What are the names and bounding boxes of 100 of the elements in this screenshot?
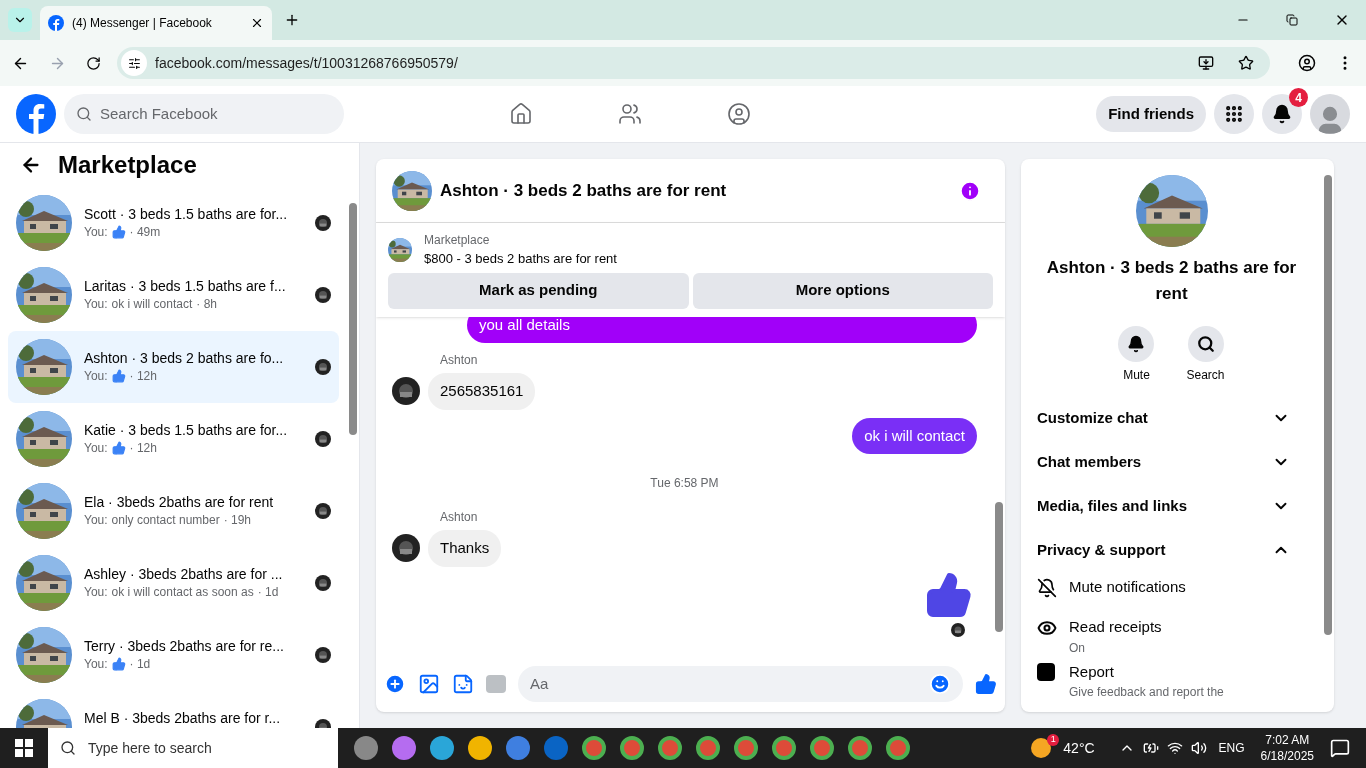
search-field[interactable]: Search Facebook	[64, 94, 344, 134]
taskbar-app-icon[interactable]	[506, 736, 530, 760]
bell-off-icon	[1037, 578, 1057, 598]
conversation-title: Katie · 3 beds 1.5 baths are for...	[84, 421, 289, 439]
message-timestamp: Tue 6:58 PM	[650, 475, 719, 492]
conversation-sender: You:	[84, 224, 108, 241]
clock[interactable]: 7:02 AM 6/18/2025	[1260, 732, 1314, 764]
address-bar[interactable]: facebook.com/messages/t/10031268766950579/	[117, 47, 1270, 79]
taskbar-app-icon[interactable]	[468, 736, 492, 760]
menu-button[interactable]	[1214, 94, 1254, 134]
search-icon	[60, 740, 76, 756]
conversation-time: · 1d	[129, 656, 151, 673]
find-friends-button[interactable]: Find friends	[1096, 96, 1206, 132]
conversation-time: · 19h	[223, 512, 251, 529]
install-icon[interactable]	[1198, 55, 1214, 71]
conversation-item[interactable]: Scott · 3 beds 1.5 baths are for... You: · 49m	[8, 187, 339, 259]
sender-name: Ashton	[440, 352, 479, 369]
tab-title: (4) Messenger | Facebook	[72, 15, 213, 32]
site-settings-icon[interactable]	[127, 56, 141, 70]
facebook-logo-icon	[48, 15, 64, 31]
tab-list-button[interactable]	[8, 8, 32, 32]
taskbar-app-icon[interactable]	[430, 736, 454, 760]
message-input[interactable]: Aa	[530, 672, 929, 696]
message-field[interactable]: Aa	[518, 666, 963, 702]
conversation-time: · 12h	[129, 440, 157, 457]
taskbar-app-icon[interactable]	[582, 736, 606, 760]
weather-icon[interactable]	[1031, 738, 1052, 758]
conversation-item[interactable]: Terry · 3beds 2baths are for re... You: · 1d	[8, 619, 339, 691]
conversation-sender: You:	[84, 440, 108, 457]
report-icon	[1037, 662, 1055, 681]
details-section[interactable]: Privacy & support	[1037, 528, 1306, 572]
close-icon[interactable]	[250, 16, 264, 30]
eye-icon	[1037, 618, 1057, 638]
conversation-title: Laritas · 3 beds 1.5 baths are f...	[84, 277, 287, 295]
conversation-sender: You:	[84, 584, 108, 601]
conversation-item[interactable]: Katie · 3 beds 1.5 baths are for... You: · 12h	[8, 403, 339, 475]
details-section[interactable]: Media, files and links	[1037, 484, 1306, 528]
grid-icon	[1224, 104, 1244, 124]
details-section[interactable]: Chat members	[1037, 440, 1306, 484]
groups-icon[interactable]	[727, 102, 752, 126]
restore-icon[interactable]	[1286, 14, 1298, 26]
taskbar-search-field[interactable]: Type here to search	[48, 728, 338, 768]
bookmark-star-icon[interactable]	[1238, 55, 1254, 71]
taskbar-app-icon[interactable]	[658, 736, 682, 760]
privacy-item[interactable]: Report Give feedback and report the	[1037, 660, 1306, 701]
conversation-item[interactable]: Ashley · 3beds 2baths are for ... You: ok i will contact as soon as · 1d	[8, 547, 339, 619]
incoming-message: Thanks	[428, 530, 502, 567]
notifications-icon[interactable]	[1330, 738, 1350, 758]
conversation-item[interactable]: Ela · 3beds 2baths are for rent You: only contact number · 19h	[8, 475, 339, 547]
taskbar-app-icon[interactable]	[392, 736, 416, 760]
conversation-title: Ashton · 3 beds 2 baths are fo...	[84, 349, 285, 367]
conversation-title: Terry · 3beds 2baths are for re...	[84, 637, 285, 655]
emoji-icon[interactable]	[929, 673, 951, 695]
listing-action-button[interactable]: Mark as pending	[388, 272, 689, 309]
taskbar-app-icon[interactable]	[696, 736, 720, 760]
sidebar-title: Marketplace	[58, 150, 197, 180]
conversation-time: · 12h	[129, 368, 157, 385]
notification-badge: 4	[1289, 88, 1308, 107]
taskbar-app-icon[interactable]	[734, 736, 758, 760]
conversation-title: Scott · 3 beds 1.5 baths are for...	[84, 205, 289, 223]
conversation-time: · 8h	[196, 296, 217, 313]
reload-icon[interactable]	[86, 55, 101, 71]
friends-icon[interactable]	[618, 102, 643, 126]
taskbar-search-input[interactable]: Type here to search	[88, 737, 326, 759]
info-icon[interactable]	[959, 179, 981, 202]
add-icon[interactable]	[384, 673, 406, 695]
conversation-item[interactable]: Ashton · 3 beds 2 baths are fo... You: · 12h	[8, 331, 339, 403]
listing-action-button[interactable]: More options	[692, 272, 993, 309]
conversation-title: Mel B · 3beds 2baths are for r...	[84, 709, 282, 727]
image-icon[interactable]	[418, 673, 440, 695]
incoming-message: 2565835161	[428, 373, 536, 410]
browser-tab[interactable]: (4) Messenger | Facebook	[40, 6, 272, 40]
bell-icon	[1272, 104, 1292, 124]
home-icon[interactable]	[509, 102, 534, 126]
taskbar-app-icon[interactable]	[772, 736, 796, 760]
taskbar-app-icon[interactable]	[620, 736, 644, 760]
privacy-item[interactable]: Read receipts On	[1037, 616, 1306, 657]
search-input[interactable]: Search Facebook	[100, 102, 332, 126]
conversation-sender: You:	[84, 296, 108, 313]
taskbar-app-icon[interactable]	[810, 736, 834, 760]
account-avatar[interactable]	[1310, 94, 1350, 134]
details-section[interactable]: Customize chat	[1037, 396, 1306, 440]
conversation-sender: You:	[84, 368, 108, 385]
language-indicator[interactable]: ENG	[1218, 739, 1245, 757]
facebook-logo-icon[interactable]	[16, 94, 56, 134]
conversation-item[interactable]: Laritas · 3 beds 1.5 baths are f... You: ok i will contact · 8h	[8, 259, 339, 331]
sticker-icon[interactable]	[452, 673, 474, 695]
outgoing-message: you all details	[467, 316, 977, 343]
new-tab-icon[interactable]	[284, 12, 300, 28]
taskbar-app-icon[interactable]	[886, 736, 910, 760]
volume-icon[interactable]	[1190, 740, 1207, 756]
profile-icon[interactable]	[1298, 54, 1316, 72]
battery-icon[interactable]	[1142, 740, 1159, 756]
privacy-item[interactable]: Mute notifications	[1037, 576, 1306, 612]
search-icon	[1196, 335, 1215, 353]
conversation-time: · 49m	[129, 224, 161, 241]
wifi-icon[interactable]	[1166, 740, 1183, 756]
notifications-button[interactable]	[1262, 94, 1302, 134]
taskbar-app-icon[interactable]	[848, 736, 872, 760]
taskbar-app-icon[interactable]	[354, 736, 378, 760]
